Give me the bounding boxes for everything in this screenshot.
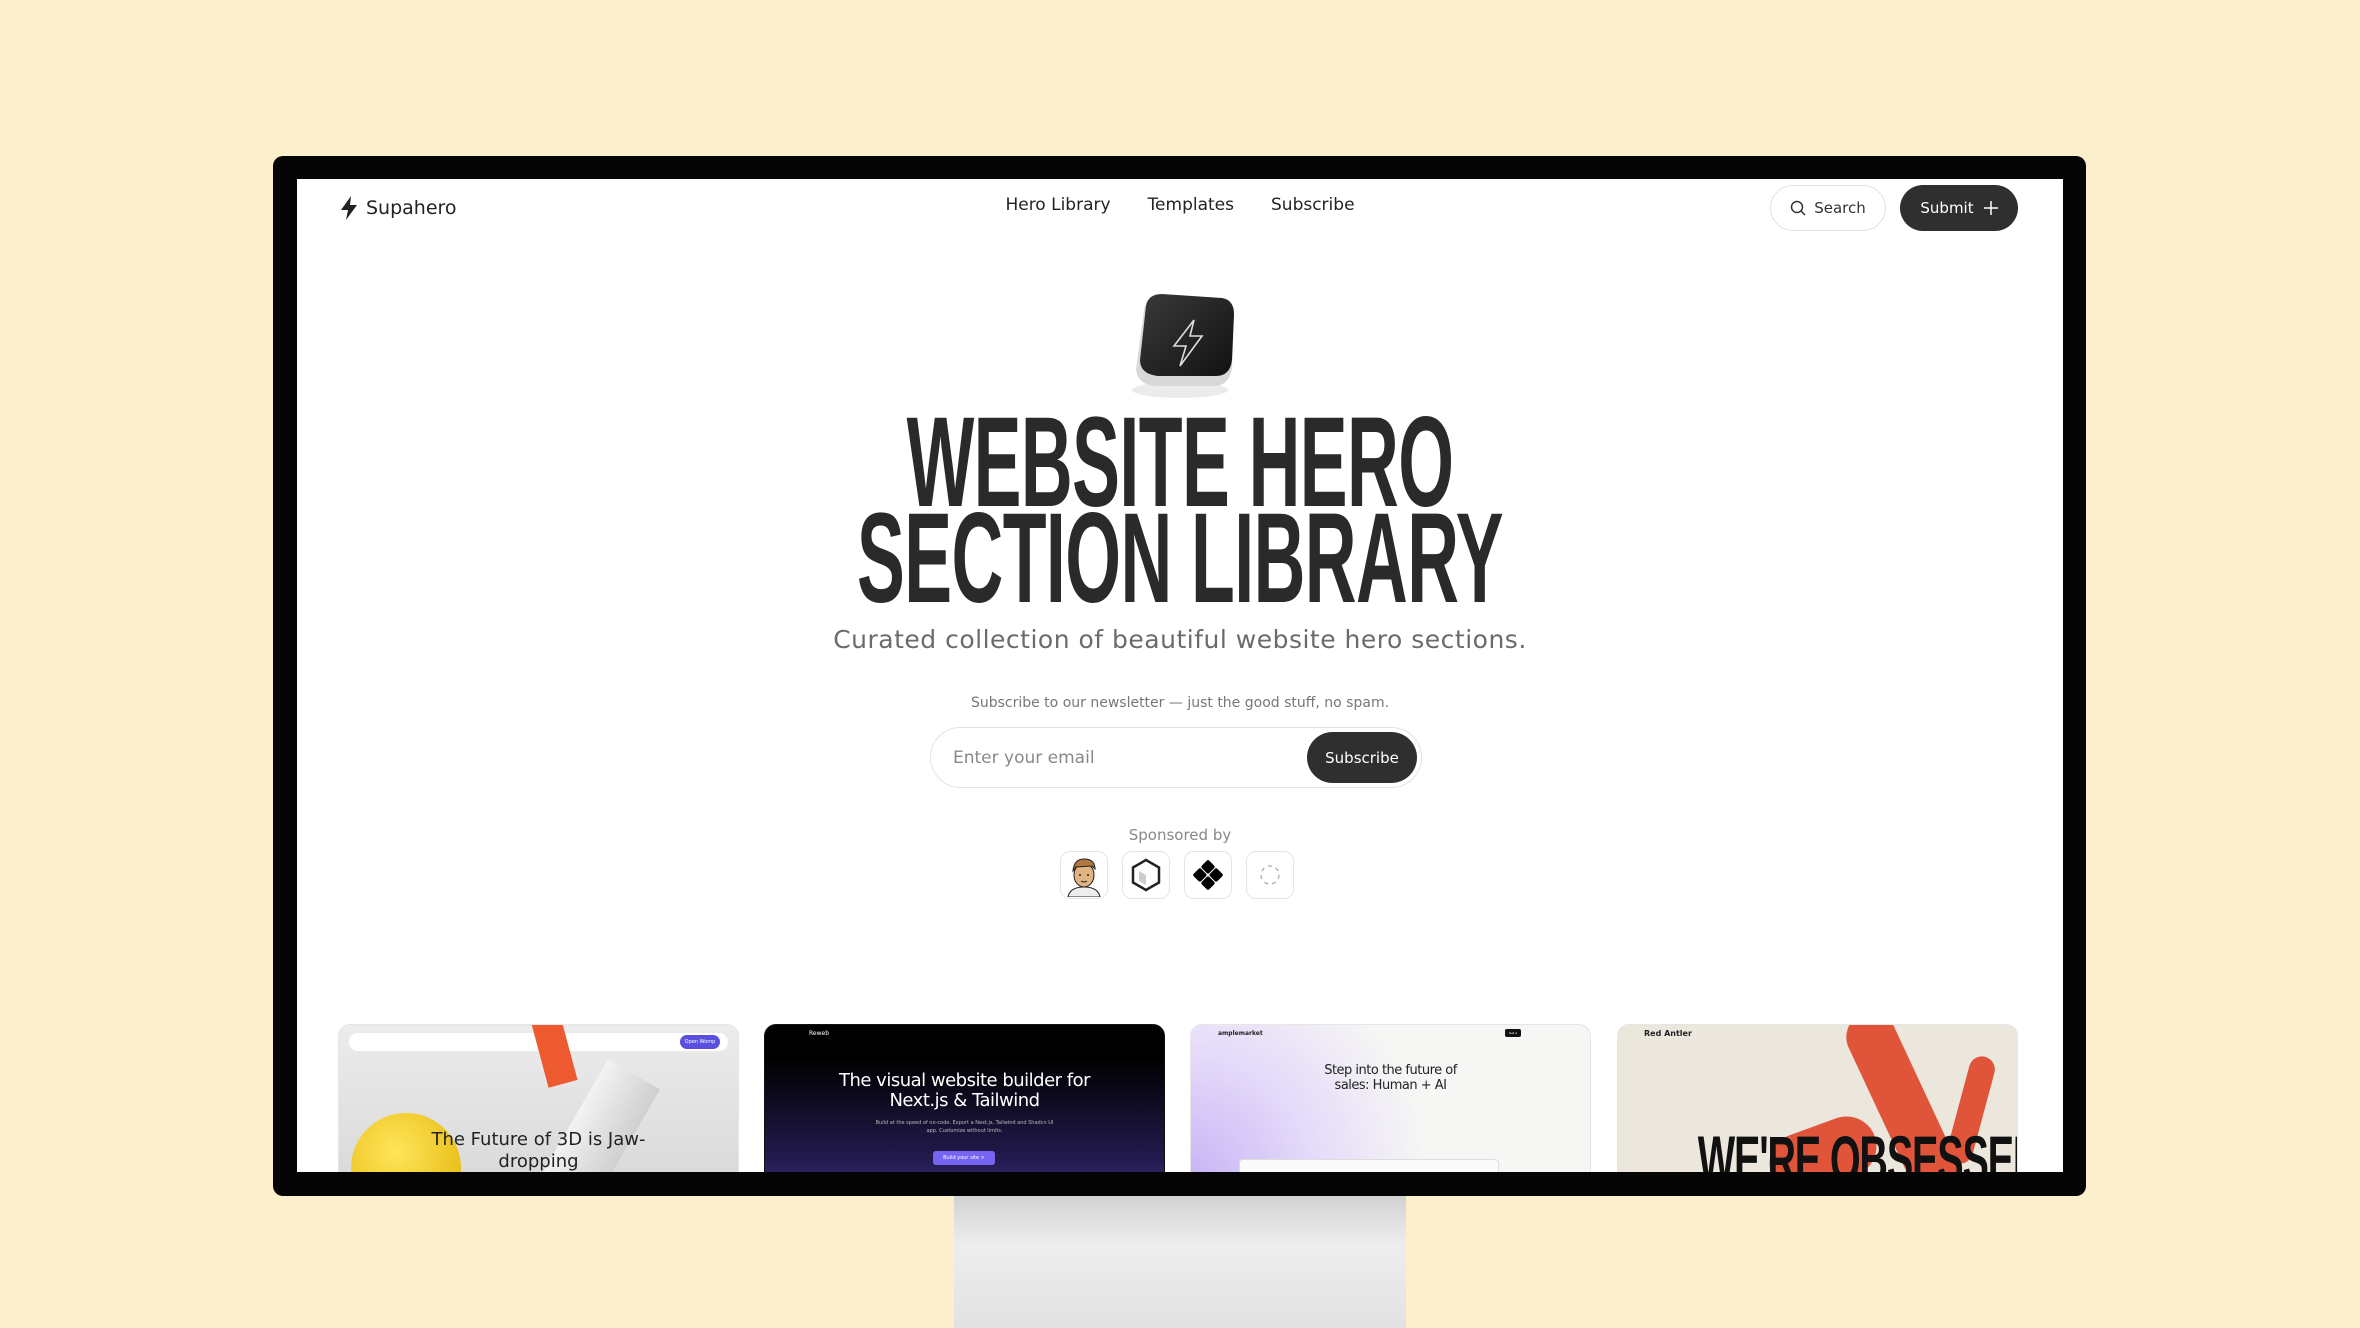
card-title: The visual website builder for Next.js &… — [838, 1070, 1091, 1111]
card-dashboard-preview — [1239, 1159, 1499, 1172]
sponsor-avatar-icon[interactable] — [1060, 851, 1108, 899]
monitor-stand — [954, 1190, 1406, 1328]
card-title: WE'RE OBSESSED — [1697, 1122, 2018, 1172]
nav-hero-library[interactable]: Hero Library — [1005, 195, 1110, 215]
card-title: The Future of 3D is Jaw-dropping — [431, 1129, 646, 1172]
card-title: Step into the future of sales: Human + A… — [1324, 1063, 1457, 1093]
nav-subscribe[interactable]: Subscribe — [1271, 195, 1355, 215]
hero-title-line2: SECTION LIBRARY — [856, 487, 1504, 630]
sponsored-label: Sponsored by — [1128, 826, 1232, 844]
card-brand: Red Antler — [1644, 1029, 1692, 1038]
sponsor-hexagon-icon[interactable] — [1122, 851, 1170, 899]
card-brand: Reweb — [809, 1030, 829, 1037]
plus-icon — [1983, 201, 1998, 215]
card-cta: Open Womp — [680, 1035, 720, 1049]
hero-subtitle: Curated collection of beautiful website … — [833, 625, 1527, 654]
submit-button[interactable]: Submit — [1900, 185, 2018, 231]
card-cta: Get a demo — [1505, 1029, 1521, 1043]
card-brand: amplemarket — [1218, 1030, 1263, 1037]
card-cta: Build your site > — [933, 1151, 995, 1165]
search-button[interactable]: Search — [1770, 185, 1886, 231]
newsletter-form: Subscribe — [930, 727, 1422, 788]
card-body: Build at the speed of no-code. Export a … — [875, 1120, 1054, 1134]
website-screen: Supahero Hero Library Templates Subscrib… — [297, 179, 2063, 1172]
sponsor-list — [1060, 851, 1294, 899]
hero-card-womp[interactable]: Open Womp The Future of 3D is Jaw-droppi… — [338, 1024, 739, 1172]
search-icon — [1790, 200, 1806, 216]
subscribe-button[interactable]: Subscribe — [1307, 732, 1417, 783]
sponsor-diamond-icon[interactable] — [1184, 851, 1232, 899]
hero-card-amplemarket[interactable]: amplemarket Get a demo Step into the fut… — [1190, 1024, 1591, 1172]
hero-3d-lightning-icon — [1130, 290, 1238, 400]
sponsor-dashed-circle-icon[interactable] — [1246, 851, 1294, 899]
email-input[interactable] — [953, 728, 1253, 787]
search-label: Search — [1814, 199, 1866, 217]
hero-card-red-antler[interactable]: Red Antler WE'RE OBSESSED — [1617, 1024, 2018, 1172]
nav-templates[interactable]: Templates — [1148, 195, 1234, 215]
submit-label: Submit — [1920, 199, 1974, 217]
newsletter-text: Subscribe to our newsletter — just the g… — [970, 695, 1390, 711]
hero-card-reweb[interactable]: Reweb The visual website builder for Nex… — [764, 1024, 1165, 1172]
